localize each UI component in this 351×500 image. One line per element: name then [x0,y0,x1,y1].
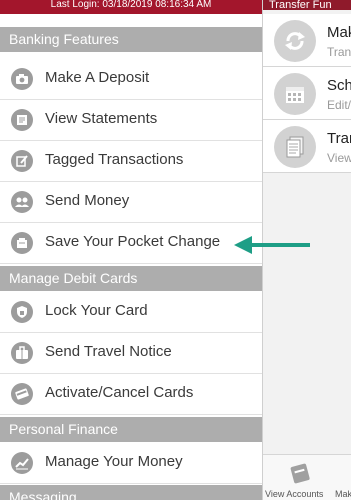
accounts-icon [290,463,310,484]
section-personal-finance: Personal Finance [0,417,262,442]
transfer-view-item[interactable]: Tran View [263,120,351,173]
tab-view-accounts[interactable]: View Accounts [265,455,331,500]
menu-label-lock-card: Lock Your Card [45,302,148,319]
transfer-panel-header: Transfer Fun [263,0,351,10]
document-icon [274,126,316,168]
transfer-schedule-item[interactable]: Sch Edit/ [263,67,351,120]
menu-label-save-pocket-change: Save Your Pocket Change [45,233,221,250]
menu-item-activate-cancel-cards[interactable]: Activate/Cancel Cards [0,374,262,415]
transfer-schedule-subtitle: Edit/ [327,98,351,112]
chart-line-icon [11,452,33,474]
suitcase-icon [11,342,33,364]
refresh-icon [274,20,316,62]
card-icon [11,383,33,405]
people-icon [11,191,33,213]
menu-item-tagged-transactions[interactable]: Tagged Transactions [0,141,262,182]
menu-label-send-travel-notice: Send Travel Notice [45,343,172,360]
statement-icon [11,109,33,131]
coins-icon [11,232,33,254]
menu-item-view-statements[interactable]: View Statements [0,100,262,141]
tab-view-accounts-label: View Accounts [265,489,324,499]
menu-item-lock-card[interactable]: Lock Your Card [0,292,262,333]
menu-item-send-travel-notice[interactable]: Send Travel Notice [0,333,262,374]
menu-item-manage-money[interactable]: Manage Your Money [0,443,262,484]
menu-label-tagged-transactions: Tagged Transactions [45,151,184,168]
annotation-arrow-icon [234,236,310,254]
transfer-view-title: Tran [327,130,351,147]
menu-item-save-pocket-change[interactable]: Save Your Pocket Change [0,223,262,264]
transfer-make-item[interactable]: Mak Trans [263,14,351,67]
transfer-schedule-title: Sch [327,77,351,94]
tab-make-label: Mak [335,489,351,499]
menu-label-make-deposit: Make A Deposit [45,69,150,86]
tab-make[interactable]: Mak [335,455,351,500]
menu-label-manage-money: Manage Your Money [45,453,183,470]
menu-label-view-statements: View Statements [45,110,158,127]
menu-item-make-deposit[interactable]: Make A Deposit [0,59,262,100]
menu-label-activate-cancel-cards: Activate/Cancel Cards [45,384,194,401]
transfer-make-title: Mak [327,24,351,41]
edit-icon [11,150,33,172]
last-login-bar: Last Login: 03/18/2019 08:16:34 AM [0,0,262,14]
transfer-view-subtitle: View [327,151,351,165]
menu-item-send-money[interactable]: Send Money [0,182,262,223]
camera-icon [11,68,33,90]
calendar-icon [274,73,316,115]
tab-bar: View Accounts Mak [263,454,351,500]
transfer-make-subtitle: Trans [327,45,351,59]
section-messaging: Messaging [0,485,262,500]
navigation-drawer: Last Login: 03/18/2019 08:16:34 AM Banki… [0,0,262,500]
section-manage-debit-cards: Manage Debit Cards [0,266,262,291]
menu-label-send-money: Send Money [45,192,130,209]
section-banking-features: Banking Features [0,27,262,52]
shield-icon [11,301,33,323]
